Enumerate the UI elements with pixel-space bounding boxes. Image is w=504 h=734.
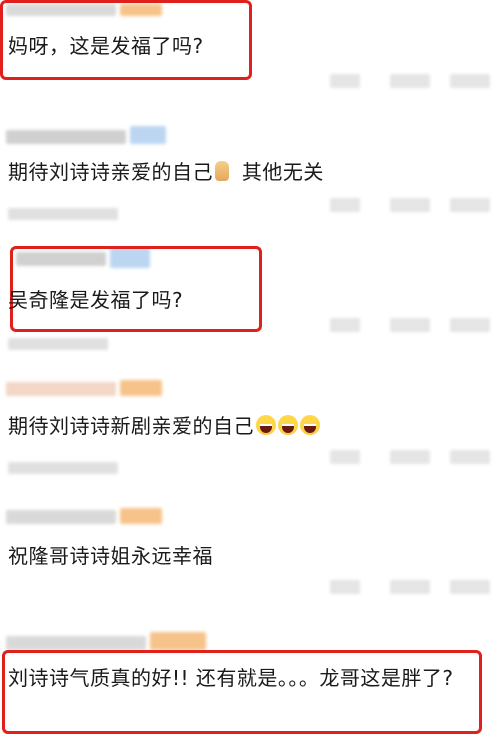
comment-text-part: 期待刘诗诗新剧亲爱的自己 [8, 414, 254, 438]
blurred-meta [390, 450, 430, 464]
blurred-username [6, 636, 146, 650]
comment-text: 刘诗诗气质真的好!! 还有就是。。。龙哥这是胖了? [8, 666, 454, 690]
comment-text-part: 期待刘诗诗亲爱的自己 [8, 160, 213, 184]
blurred-meta [390, 318, 430, 332]
thumb-up-icon [215, 161, 229, 181]
comment-text: 期待刘诗诗新剧亲爱的自己 [8, 412, 320, 440]
blurred-username [6, 510, 116, 524]
comment-item-4: 期待刘诗诗新剧亲爱的自己 [0, 376, 504, 496]
comment-text: 吴奇隆是发福了吗? [8, 288, 184, 312]
blurred-username [6, 382, 116, 396]
comment-text: 妈呀，这是发福了吗? [8, 34, 204, 58]
blurred-username [6, 130, 126, 144]
grinning-face-icon [256, 415, 276, 435]
grinning-face-icon [300, 415, 320, 435]
blurred-meta [330, 318, 360, 332]
comment-item-5: 祝隆哥诗诗姐永远幸福 [0, 500, 504, 620]
blurred-meta [450, 74, 490, 88]
blurred-badge [120, 380, 162, 396]
blurred-badge [150, 632, 206, 650]
blurred-meta [390, 580, 430, 594]
blurred-meta [330, 580, 360, 594]
blurred-badge [130, 126, 166, 144]
grinning-face-icon [278, 415, 298, 435]
comment-item-1: 妈呀，这是发福了吗? [0, 0, 504, 100]
blurred-meta [390, 74, 430, 88]
blurred-meta [8, 462, 118, 474]
comment-item-2: 期待刘诗诗亲爱的自己 其他无关 [0, 108, 504, 228]
blurred-meta [8, 208, 118, 220]
blurred-meta [450, 580, 490, 594]
blurred-meta [330, 74, 360, 88]
blurred-badge [120, 508, 162, 524]
comment-item-6: 刘诗诗气质真的好!! 还有就是。。。龙哥这是胖了? [0, 622, 504, 734]
blurred-meta [8, 338, 108, 350]
comment-text-part: 其他无关 [235, 160, 324, 184]
blurred-meta [450, 198, 490, 212]
blurred-meta [450, 450, 490, 464]
comment-text: 祝隆哥诗诗姐永远幸福 [8, 544, 213, 568]
highlight-box [2, 650, 482, 734]
comment-text: 期待刘诗诗亲爱的自己 其他无关 [8, 158, 324, 186]
blurred-meta [450, 318, 490, 332]
comment-item-3: 吴奇隆是发福了吗? [0, 238, 504, 368]
blurred-meta [330, 198, 360, 212]
blurred-meta [390, 198, 430, 212]
blurred-meta [330, 450, 360, 464]
